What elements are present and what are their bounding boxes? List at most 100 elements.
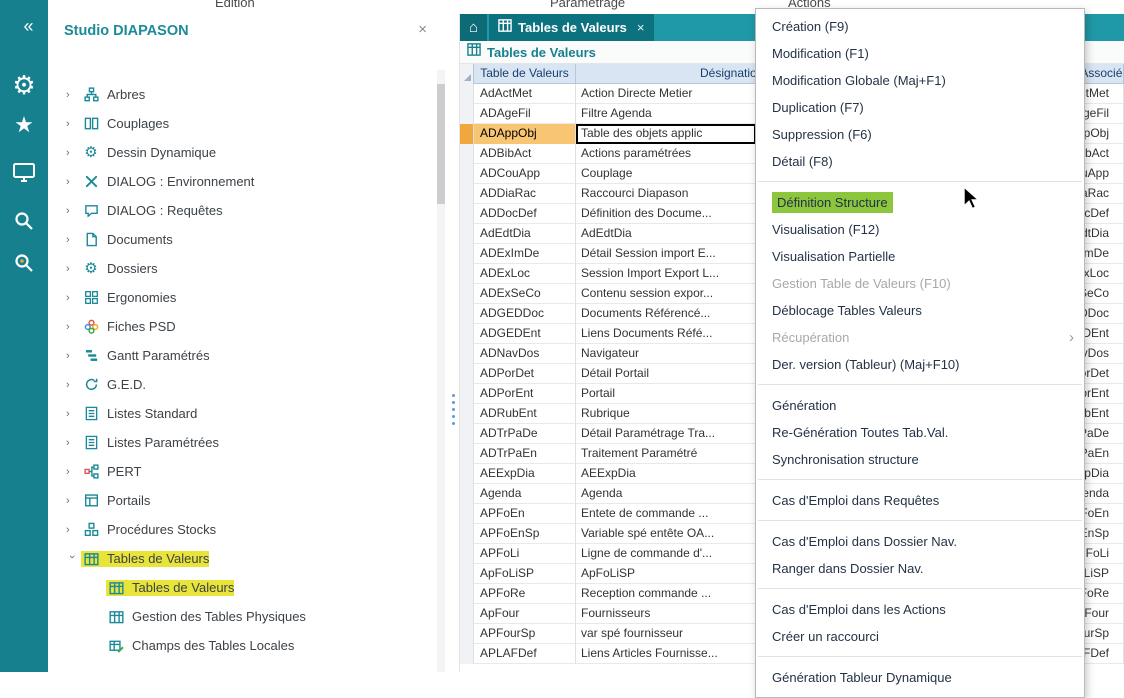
tab-close-icon[interactable]: × (637, 20, 645, 35)
sidebar-item-g-e-d[interactable]: ›G.E.D. (48, 370, 436, 399)
cell-designation[interactable]: Contenu session expor... (576, 284, 757, 304)
chevron-right-icon[interactable]: › (66, 495, 81, 507)
cell-designation[interactable]: AdEdtDia (576, 224, 757, 244)
chevron-right-icon[interactable]: › (66, 263, 81, 275)
cell-designation[interactable]: Raccourci Diapason (576, 184, 757, 204)
row-gutter[interactable] (460, 544, 474, 564)
menubar-item-param-trage[interactable]: Paramétrage (550, 0, 625, 10)
row-gutter[interactable] (460, 344, 474, 364)
sidebar-item-ergonomies[interactable]: ›Ergonomies (48, 283, 436, 312)
star-favorites-icon[interactable]: ★ (0, 114, 48, 136)
row-gutter[interactable] (460, 404, 474, 424)
menu-item-suppression-f6[interactable]: Suppression (F6) (756, 121, 1084, 148)
menu-item-visualisation-partielle[interactable]: Visualisation Partielle (756, 243, 1084, 270)
menu-item-cas-d-emploi-dans-les-actions[interactable]: Cas d'Emploi dans les Actions (756, 596, 1084, 623)
chevron-right-icon[interactable]: › (66, 437, 81, 449)
sidebar-scrollbar-thumb[interactable] (437, 84, 445, 204)
cell-designation[interactable]: Détail Session import E... (576, 244, 757, 264)
chevron-right-icon[interactable]: › (66, 234, 81, 246)
sidebar-item-gantt-param-tr-s[interactable]: ›Gantt Paramétrés (48, 341, 436, 370)
menu-item-cas-d-emploi-dans-requ-tes[interactable]: Cas d'Emploi dans Requêtes (756, 487, 1084, 514)
cell-designation[interactable]: Définition des Docume... (576, 204, 757, 224)
cell-designation[interactable]: var spé fournisseur (576, 624, 757, 644)
cell-table-name[interactable]: APFoLi (474, 544, 576, 564)
home-tab-button[interactable]: ⌂ (460, 14, 487, 41)
cell-designation[interactable]: Agenda (576, 484, 757, 504)
row-gutter[interactable] (460, 84, 474, 104)
menu-item-g-n-ration-tableur-dynamique[interactable]: Génération Tableur Dynamique (756, 664, 1084, 691)
menu-item-d-finition-structure[interactable]: Définition Structure (756, 189, 1084, 216)
cell-table-name[interactable]: Agenda (474, 484, 576, 504)
row-gutter[interactable] (460, 644, 474, 664)
cell-table-name[interactable]: ADDocDef (474, 204, 576, 224)
cell-designation[interactable]: ApFoLiSP (576, 564, 757, 584)
cell-designation[interactable]: Détail Portail (576, 364, 757, 384)
chevron-right-icon[interactable]: › (66, 176, 81, 188)
row-gutter[interactable] (460, 144, 474, 164)
panel-splitter[interactable] (447, 14, 460, 672)
collapse-sidebar-icon[interactable]: « (0, 16, 48, 37)
cell-designation[interactable]: Table des objets applic (576, 124, 757, 144)
row-gutter[interactable] (460, 204, 474, 224)
row-gutter[interactable] (460, 444, 474, 464)
chevron-right-icon[interactable]: › (66, 321, 81, 333)
sidebar-item-dessin-dynamique[interactable]: ›⚙Dessin Dynamique (48, 138, 436, 167)
sidebar-item-fiches-psd[interactable]: ›Fiches PSD (48, 312, 436, 341)
chevron-right-icon[interactable]: › (66, 350, 81, 362)
cell-table-name[interactable]: APFoEnSp (474, 524, 576, 544)
cell-designation[interactable]: Ligne de commande d'... (576, 544, 757, 564)
row-gutter[interactable] (460, 384, 474, 404)
menu-item-visualisation-f12[interactable]: Visualisation (F12) (756, 216, 1084, 243)
sidebar-item-tables-de-valeurs[interactable]: ›Tables de Valeurs (48, 544, 436, 573)
cell-table-name[interactable]: APFourSp (474, 624, 576, 644)
chevron-right-icon[interactable]: › (66, 466, 81, 478)
menu-item-cas-d-emploi-dans-dossier-nav[interactable]: Cas d'Emploi dans Dossier Nav. (756, 528, 1084, 555)
row-gutter[interactable] (460, 364, 474, 384)
sidebar-item-arbres[interactable]: ›Arbres (48, 80, 436, 109)
row-gutter[interactable] (460, 464, 474, 484)
cell-table-name[interactable]: ADExSeCo (474, 284, 576, 304)
row-gutter[interactable] (460, 624, 474, 644)
sidebar-item-gestion-des-tables-physiques[interactable]: Gestion des Tables Physiques (48, 602, 436, 631)
cell-table-name[interactable]: ADNavDos (474, 344, 576, 364)
menu-item-d-tail-f8[interactable]: Détail (F8) (756, 148, 1084, 175)
cell-designation[interactable]: Fournisseurs (576, 604, 757, 624)
sidebar-item-documents[interactable]: ›Documents (48, 225, 436, 254)
chevron-right-icon[interactable]: › (66, 147, 81, 159)
gear-icon[interactable]: ⚙ (0, 72, 48, 98)
chevron-right-icon[interactable]: › (66, 205, 81, 217)
cell-designation[interactable]: AEExpDia (576, 464, 757, 484)
search-icon[interactable] (0, 210, 48, 237)
sidebar-item-dialog-requ-tes[interactable]: ›DIALOG : Requêtes (48, 196, 436, 225)
row-gutter[interactable] (460, 484, 474, 504)
sidebar-item-tables-de-valeurs[interactable]: Tables de Valeurs (48, 573, 436, 602)
monitor-icon[interactable] (0, 162, 48, 188)
cell-table-name[interactable]: ADRubEnt (474, 404, 576, 424)
cell-table-name[interactable]: APFoEn (474, 504, 576, 524)
chevron-right-icon[interactable]: › (66, 524, 81, 536)
cell-designation[interactable]: Navigateur (576, 344, 757, 364)
cell-table-name[interactable]: ApFoLiSP (474, 564, 576, 584)
row-gutter[interactable] (460, 264, 474, 284)
row-gutter[interactable] (460, 564, 474, 584)
cell-table-name[interactable]: ADCouApp (474, 164, 576, 184)
row-gutter[interactable] (460, 124, 474, 144)
row-gutter[interactable] (460, 604, 474, 624)
menu-item-g-n-ration[interactable]: Génération (756, 392, 1084, 419)
column-header-table-de-valeurs[interactable]: Table de Valeurs (474, 64, 576, 84)
menu-item-re-g-n-ration-toutes-tab-val[interactable]: Re-Génération Toutes Tab.Val. (756, 419, 1084, 446)
sidebar-item-listes-param-tr-es[interactable]: ›Listes Paramétrées (48, 428, 436, 457)
menu-item-synchronisation-structure[interactable]: Synchronisation structure (756, 446, 1084, 473)
cell-table-name[interactable]: ADAgeFil (474, 104, 576, 124)
cell-table-name[interactable]: ADBibAct (474, 144, 576, 164)
grid-select-all-corner[interactable] (460, 64, 474, 84)
cell-table-name[interactable]: AdActMet (474, 84, 576, 104)
row-gutter[interactable] (460, 184, 474, 204)
row-gutter[interactable] (460, 224, 474, 244)
cell-designation[interactable]: Variable spé entête OA... (576, 524, 757, 544)
chevron-right-icon[interactable]: › (66, 89, 81, 101)
cell-designation[interactable]: Session Import Export L... (576, 264, 757, 284)
advanced-search-icon[interactable] (0, 252, 48, 279)
menu-item-cr-ation-f9[interactable]: Création (F9) (756, 13, 1084, 40)
cell-designation[interactable]: Rubrique (576, 404, 757, 424)
